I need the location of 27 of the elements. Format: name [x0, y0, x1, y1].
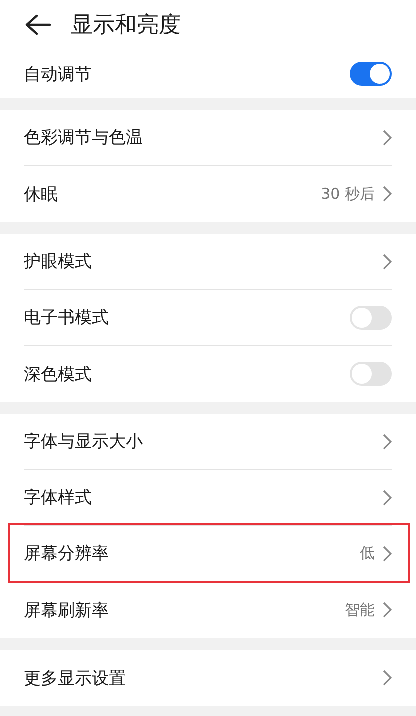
setting-value: 智能	[345, 600, 375, 620]
setting-label[interactable]: 字体与显示大小	[24, 430, 143, 453]
chevron-icon[interactable]	[383, 670, 392, 686]
setting-label[interactable]: 休眠	[24, 182, 58, 206]
back-icon[interactable]	[25, 14, 51, 36]
chevron-icon[interactable]	[383, 254, 392, 270]
setting-label[interactable]: 屏幕刷新率	[24, 598, 109, 622]
setting-value: 低	[360, 544, 375, 563]
setting-value: 30 秒后	[321, 184, 375, 204]
setting-label[interactable]: 护眼模式	[24, 250, 92, 273]
chevron-icon[interactable]	[383, 490, 392, 506]
toggle-switch[interactable]	[350, 306, 392, 330]
chevron-icon[interactable]	[383, 434, 392, 450]
toggle-switch[interactable]	[350, 362, 392, 386]
setting-label[interactable]: 屏幕分辨率	[24, 542, 109, 565]
setting-label[interactable]: 深色模式	[24, 362, 92, 386]
chevron-icon[interactable]	[383, 186, 392, 202]
setting-label[interactable]: 更多显示设置	[24, 666, 126, 690]
chevron-icon[interactable]	[383, 602, 392, 618]
chevron-icon[interactable]	[383, 130, 392, 146]
setting-label[interactable]: 字体样式	[24, 486, 92, 509]
setting-label[interactable]: 自动调节	[24, 62, 92, 86]
setting-label[interactable]: 电子书模式	[24, 306, 109, 329]
setting-label[interactable]: 色彩调节与色温	[24, 126, 143, 149]
chevron-icon[interactable]	[383, 546, 392, 562]
page-title: 显示和亮度	[71, 12, 181, 40]
toggle-switch[interactable]	[350, 62, 392, 86]
